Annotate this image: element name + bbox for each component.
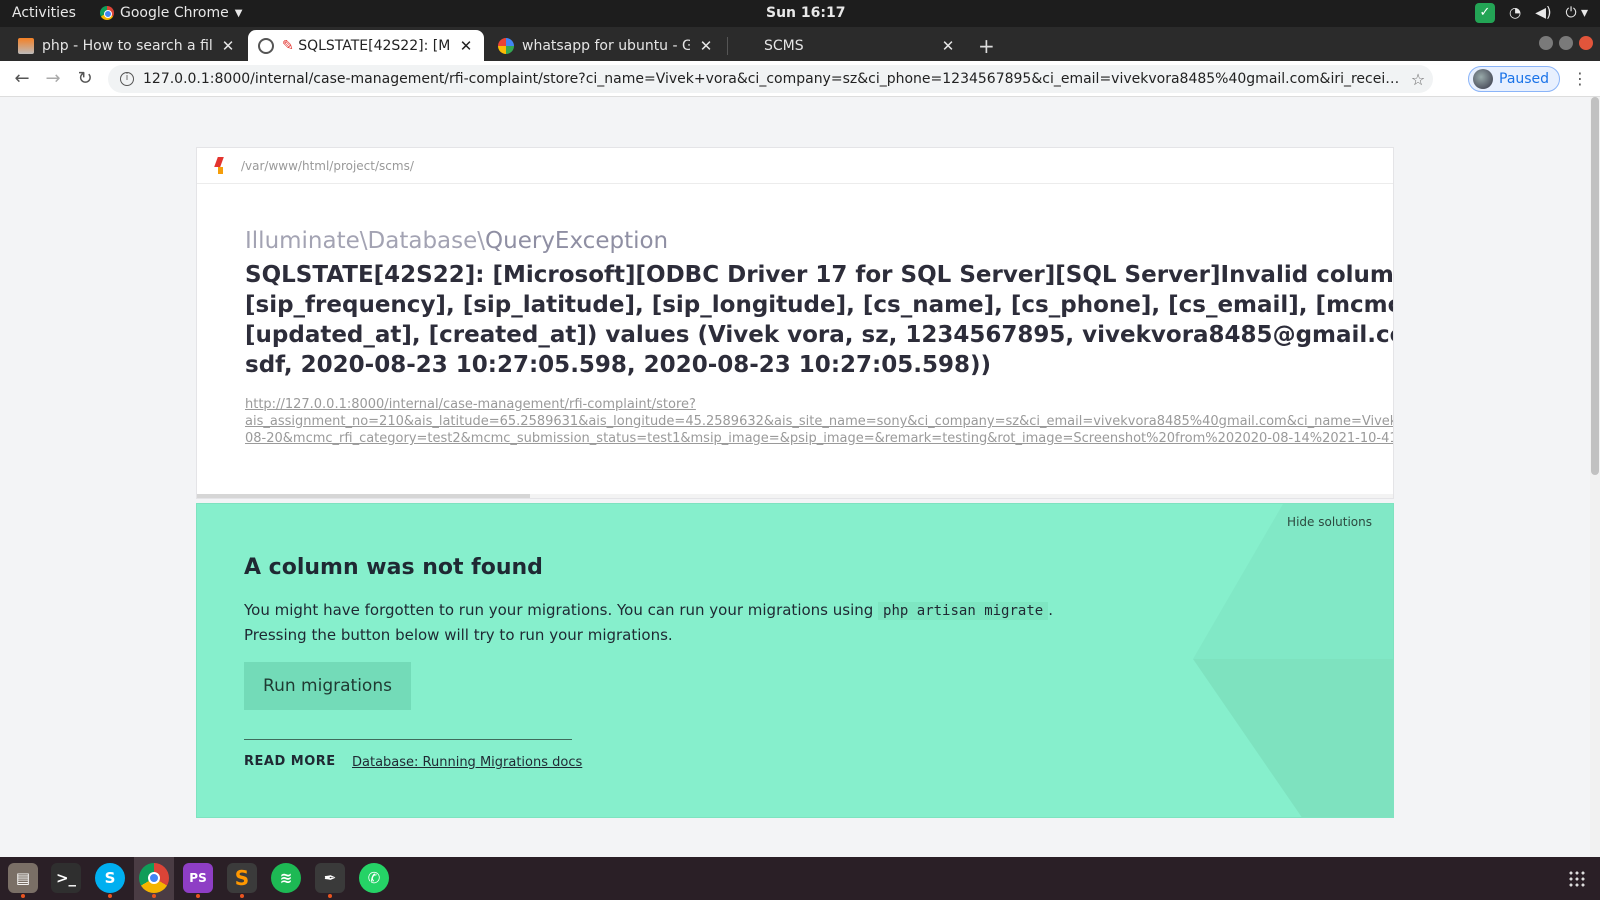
- solution-panel: Hide solutions A column was not found Yo…: [196, 503, 1394, 818]
- inkscape-icon[interactable]: ✒: [315, 863, 345, 898]
- artisan-command: php artisan migrate: [878, 602, 1049, 620]
- scrollbar-thumb[interactable]: [1591, 97, 1599, 475]
- reload-button[interactable]: ↻: [73, 67, 97, 91]
- exception-message-line: [sip_frequency], [sip_latitude], [sip_lo…: [245, 292, 1393, 318]
- skype-icon[interactable]: S: [95, 863, 125, 898]
- run-migrations-button[interactable]: Run migrations: [244, 662, 411, 710]
- tab-stackoverflow[interactable]: php - How to search a file ✕: [8, 30, 246, 61]
- back-button[interactable]: ←: [10, 67, 34, 91]
- hide-solutions-button[interactable]: Hide solutions: [1287, 515, 1372, 529]
- wifi-icon[interactable]: ◔: [1509, 5, 1521, 21]
- request-url-line[interactable]: ais_assignment_no=210&ais_latitude=65.25…: [245, 413, 1393, 430]
- chevron-down-icon: ▼: [234, 7, 243, 19]
- address-bar[interactable]: i 127.0.0.1:8000/internal/case-managemen…: [108, 65, 1433, 93]
- volume-icon[interactable]: ◀): [1535, 5, 1551, 21]
- forward-button[interactable]: →: [41, 67, 65, 91]
- solution-text: You might have forgotten to run your mig…: [244, 601, 879, 619]
- terminal-icon[interactable]: >_: [51, 863, 81, 893]
- browser-toolbar: ← → ↻ i 127.0.0.1:8000/internal/case-man…: [0, 61, 1600, 97]
- power-icon[interactable]: ⏻ ▾: [1565, 5, 1588, 21]
- blank-icon: [740, 38, 756, 54]
- ignition-icon: ✎: [282, 37, 294, 54]
- exception-body: Illuminate\Database\QueryException SQLST…: [197, 184, 1393, 447]
- bookmark-star-icon[interactable]: ☆: [1403, 70, 1433, 89]
- files-icon[interactable]: ▤: [8, 863, 38, 898]
- new-tab-button[interactable]: +: [978, 34, 995, 58]
- activities-button[interactable]: Activities: [12, 5, 76, 21]
- exception-card: /var/www/html/project/scms/ Illuminate\D…: [196, 147, 1394, 499]
- exception-message: SQLSTATE[42S22]: [Microsoft][ODBC Driver…: [245, 260, 1393, 380]
- phpstorm-icon[interactable]: PS: [183, 863, 213, 898]
- spotify-icon[interactable]: ≋: [271, 863, 301, 893]
- tab-title-text: SQLSTATE[42S22]: [Mi: [298, 37, 450, 54]
- exception-message-line: [updated_at], [created_at]) values (Vive…: [245, 322, 1393, 348]
- solution-text-line2: Pressing the button below will try to ru…: [244, 626, 673, 644]
- solution-text-end: .: [1048, 601, 1053, 619]
- divider: [244, 739, 572, 740]
- stackoverflow-icon: [18, 37, 34, 54]
- exception-class: Illuminate\Database\QueryException: [245, 228, 1393, 254]
- project-path: /var/www/html/project/scms/: [241, 158, 414, 173]
- tab-title: ✎ SQLSTATE[42S22]: [Mi: [282, 38, 450, 54]
- menu-kebab-icon[interactable]: ⋮: [1572, 69, 1588, 88]
- scrollbar-thumb[interactable]: [197, 494, 530, 498]
- avatar: [1473, 69, 1493, 89]
- horizontal-scrollbar[interactable]: [197, 494, 1393, 498]
- taskbar-dock: ▤ >_ S PS S ≋ ✒ ✆: [0, 857, 1600, 900]
- tab-scms[interactable]: SCMS ✕: [730, 30, 966, 61]
- tab-strip: php - How to search a file ✕ ✎ SQLSTATE[…: [0, 27, 1600, 61]
- request-url-line[interactable]: 08-20&mcmc_rfi_category=test2&mcmc_submi…: [245, 430, 1393, 447]
- exception-namespace: Illuminate\Database\: [245, 228, 486, 254]
- profile-button[interactable]: Paused: [1468, 66, 1560, 92]
- exception-message-line: sdf, 2020-08-23 10:27:05.598, 2020-08-23…: [245, 352, 991, 378]
- tab-sqlstate[interactable]: ✎ SQLSTATE[42S22]: [Mi ✕: [248, 30, 484, 61]
- tab-title: whatsapp for ubuntu - Go: [522, 37, 690, 54]
- sublime-icon[interactable]: S: [227, 863, 257, 898]
- minimize-window-button[interactable]: [1539, 36, 1553, 50]
- exception-name: QueryException: [485, 228, 669, 254]
- chrome-icon[interactable]: [139, 863, 169, 898]
- exception-header: /var/www/html/project/scms/: [197, 148, 1393, 184]
- address-url[interactable]: 127.0.0.1:8000/internal/case-management/…: [143, 71, 1403, 87]
- solution-title: A column was not found: [244, 555, 543, 580]
- update-check-icon[interactable]: ✓: [1474, 3, 1495, 23]
- clock[interactable]: Sun 16:17: [766, 5, 845, 21]
- solution-description: You might have forgotten to run your mig…: [244, 598, 1144, 647]
- close-icon[interactable]: ✕: [220, 37, 236, 55]
- maximize-window-button[interactable]: [1559, 36, 1573, 50]
- app-menu[interactable]: Google Chrome ▼: [100, 5, 242, 21]
- close-icon[interactable]: ✕: [458, 37, 474, 55]
- tab-separator: [727, 37, 728, 55]
- exception-message-line: SQLSTATE[42S22]: [Microsoft][ODBC Driver…: [245, 262, 1394, 288]
- show-applications-icon[interactable]: [1568, 870, 1586, 888]
- decorative-shape: [1193, 659, 1393, 817]
- read-more-label: READ MORE: [244, 754, 336, 769]
- google-icon: [498, 37, 514, 54]
- globe-icon: [258, 37, 274, 54]
- system-tray[interactable]: ✓ ◔ ◀) ⏻ ▾: [1474, 3, 1588, 23]
- chrome-icon: [100, 6, 114, 20]
- close-window-button[interactable]: [1579, 36, 1593, 50]
- request-url-link[interactable]: http://127.0.0.1:8000/internal/case-mana…: [245, 396, 1393, 447]
- app-menu-label: Google Chrome: [120, 5, 229, 21]
- close-icon[interactable]: ✕: [698, 37, 714, 55]
- migrations-docs-link[interactable]: Database: Running Migrations docs: [352, 755, 582, 770]
- ignition-logo-icon: [215, 157, 225, 175]
- tab-title: SCMS: [764, 37, 804, 54]
- whatsapp-icon[interactable]: ✆: [359, 863, 389, 893]
- close-icon[interactable]: ✕: [940, 37, 956, 55]
- system-top-bar: Activities Google Chrome ▼ Sun 16:17 ✓ ◔…: [0, 0, 1600, 27]
- tab-google-search[interactable]: whatsapp for ubuntu - Go ✕: [488, 30, 724, 61]
- page-viewport: /var/www/html/project/scms/ Illuminate\D…: [0, 97, 1600, 857]
- profile-status-label: Paused: [1499, 71, 1550, 87]
- request-url-line[interactable]: http://127.0.0.1:8000/internal/case-mana…: [245, 396, 1393, 413]
- vertical-scrollbar[interactable]: [1590, 97, 1600, 857]
- info-icon[interactable]: i: [120, 72, 134, 86]
- tab-title: php - How to search a file: [42, 37, 212, 54]
